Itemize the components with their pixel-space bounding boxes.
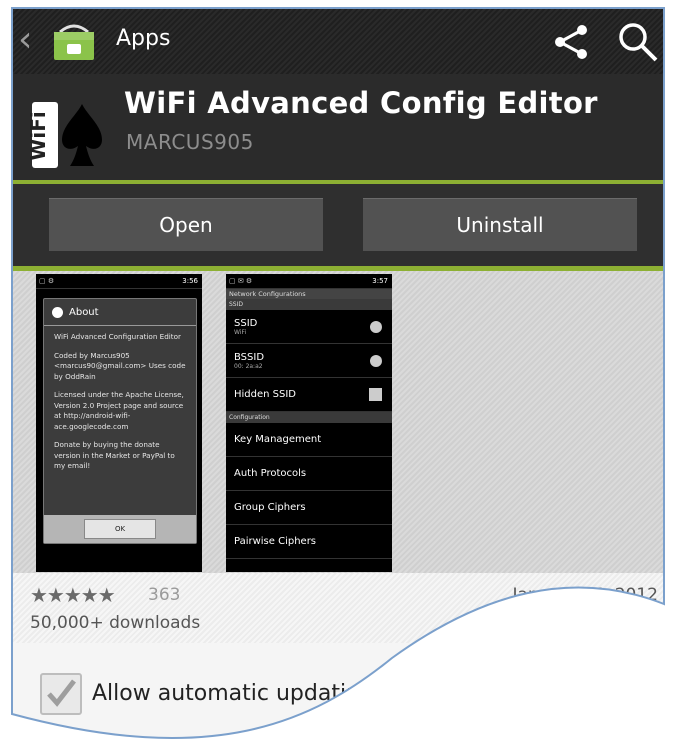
dropdown-icon (370, 321, 382, 333)
info-icon (52, 307, 63, 318)
screenshot-gallery[interactable]: ▢ ⚙ 3:56 About WiFi Advanced Configuratio… (12, 271, 664, 573)
rating-stars: ★★★★★ (30, 583, 115, 607)
auto-update-checkbox[interactable] (40, 673, 82, 715)
about-body: WiFi Advanced Configuration Editor Coded… (54, 332, 186, 470)
search-icon[interactable] (616, 20, 660, 64)
chevron-left-icon[interactable]: ‹ (18, 20, 42, 60)
status-bar: ▢ ✉ ⚙ 3:57 (226, 274, 392, 289)
screenshot-about[interactable]: ▢ ⚙ 3:56 About WiFi Advanced Configuratio… (36, 274, 202, 572)
dropdown-icon (370, 355, 382, 367)
screenshot-network-config[interactable]: ▢ ✉ ⚙ 3:57 Network Configurations SSID SS… (226, 274, 392, 572)
download-count: 50,000+ downloads (30, 613, 201, 633)
app-title: WiFi Advanced Config Editor (124, 86, 598, 120)
actionbar-title[interactable]: Apps (116, 26, 170, 51)
open-button[interactable]: Open (49, 198, 323, 251)
uninstall-button[interactable]: Uninstall (363, 198, 637, 251)
auto-update-label[interactable]: Allow automatic updating (92, 681, 374, 706)
config-section: Configuration (226, 412, 392, 423)
app-info: ★★★★★ 363 January 15, 2012 50,000+ downl… (12, 573, 664, 643)
list-item: Group Ciphers (226, 491, 392, 525)
ssid-section: SSID (226, 299, 392, 310)
about-title: About (44, 299, 196, 326)
ssid-row: SSID WiFi (226, 310, 392, 344)
list-item: Auth Protocols (226, 457, 392, 491)
hidden-ssid-row: Hidden SSID (226, 378, 392, 412)
wifi-app-icon: WiFi (30, 96, 108, 172)
checkbox-icon (369, 388, 382, 401)
app-header: WiFi WiFi Advanced Config Editor MARCUS9… (12, 74, 664, 184)
auto-update-row[interactable]: Allow automatic updating (12, 643, 664, 738)
list-item: Key Management (226, 423, 392, 457)
rating-count: 363 (148, 585, 181, 605)
about-dialog: About WiFi Advanced Configuration Editor… (43, 298, 197, 544)
status-bar: ▢ ⚙ 3:56 (36, 274, 202, 289)
action-bar: ‹ Apps (12, 8, 664, 74)
bssid-row: BSSID 00: 2a:a2 (226, 344, 392, 378)
share-icon[interactable] (552, 24, 592, 60)
list-item: Pairwise Ciphers (226, 525, 392, 559)
update-date: January 15, 2012 (512, 585, 658, 605)
app-details-page: ‹ Apps WiFi WiFi Advanced Config Editor … (12, 8, 664, 738)
action-buttons: Open Uninstall (12, 184, 664, 271)
svg-text:WiFi: WiFi (30, 111, 50, 160)
network-config-title: Network Configurations (226, 289, 392, 299)
shopping-bag-icon[interactable] (52, 22, 96, 62)
ok-button: OK (84, 519, 156, 539)
developer-name[interactable]: MARCUS905 (126, 130, 254, 154)
